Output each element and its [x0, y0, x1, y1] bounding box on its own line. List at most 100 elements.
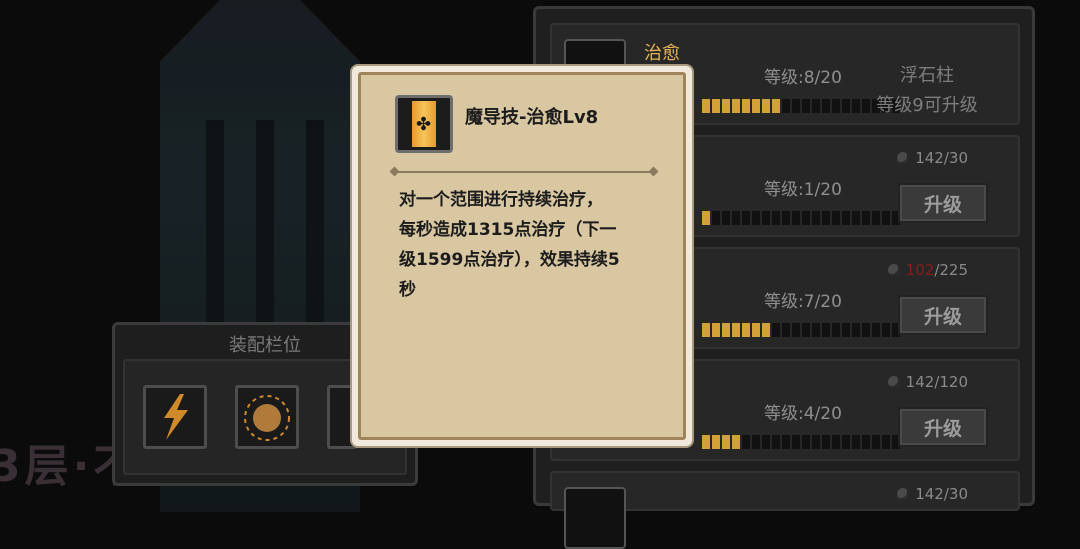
progress-segment [742, 99, 750, 113]
tooltip-description: 对一个范围进行持续治疗， 每秒造成1315点治疗（下一 级1599点治疗），效果… [399, 190, 620, 300]
skill-level: 等级:1/20 [764, 180, 842, 200]
progress-segment [822, 99, 830, 113]
gem-icon [887, 264, 900, 276]
progress-segment [802, 435, 810, 449]
progress-segment [712, 211, 720, 225]
progress-segment [702, 99, 710, 113]
progress-segment [842, 323, 850, 337]
upgrade-cost: 142/120 [887, 373, 968, 391]
progress-segment [702, 435, 710, 449]
progress-segment [752, 435, 760, 449]
progress-segment [782, 99, 790, 113]
gem-icon [887, 376, 900, 388]
progress-segment [862, 211, 870, 225]
heal-leaf-icon: ✤ [395, 95, 453, 153]
progress-segment [832, 323, 840, 337]
progress-segment [782, 323, 790, 337]
skill-row[interactable]: 142/30 [550, 471, 1020, 549]
progress-segment [792, 435, 800, 449]
upgrade-button[interactable]: 升级 [898, 295, 988, 335]
skill-level: 等级:4/20 [764, 404, 842, 424]
progress-segment [752, 211, 760, 225]
progress-segment [702, 323, 710, 337]
progress-segment [772, 323, 780, 337]
progress-segment [772, 435, 780, 449]
progress-segment [812, 435, 820, 449]
progress-segment [872, 211, 880, 225]
progress-segment [712, 323, 720, 337]
progress-segment [742, 323, 750, 337]
progress-segment [842, 211, 850, 225]
upgrade-button[interactable]: 升级 [898, 407, 988, 447]
progress-segment [732, 211, 740, 225]
gem-icon [897, 152, 910, 164]
progress-segment [732, 435, 740, 449]
progress-segment [812, 211, 820, 225]
progress-segment [772, 99, 780, 113]
progress-segment [862, 323, 870, 337]
progress-segment [872, 435, 880, 449]
skill-tooltip: ✤ 魔导技-治愈Lv8 对一个范围进行持续治疗， 每秒造成1315点治疗（下一 … [352, 66, 692, 446]
tooltip-title: 魔导技-治愈Lv8 [465, 107, 599, 128]
progress-segment [822, 211, 830, 225]
upgrade-cost: 142/30 [897, 485, 968, 503]
lightning-icon[interactable] [143, 385, 207, 449]
gem-icon [897, 488, 910, 500]
skill-level: 等级:7/20 [764, 292, 842, 312]
progress-segment [802, 99, 810, 113]
progress-segment [742, 435, 750, 449]
progress-segment [722, 435, 730, 449]
progress-segment [832, 435, 840, 449]
progress-segment [752, 323, 760, 337]
progress-segment [882, 435, 890, 449]
progress-segment [742, 211, 750, 225]
progress-segment [762, 323, 770, 337]
tooltip-body: ✤ 魔导技-治愈Lv8 对一个范围进行持续治疗， 每秒造成1315点治疗（下一 … [358, 72, 686, 440]
progress-segment [702, 211, 710, 225]
progress-segment [802, 323, 810, 337]
fist-burst-icon[interactable] [235, 385, 299, 449]
progress-segment [722, 323, 730, 337]
progress-segment [792, 211, 800, 225]
progress-segment [812, 323, 820, 337]
progress-segment [752, 99, 760, 113]
skill-name: 治愈 [644, 43, 680, 64]
progress-segment [852, 99, 860, 113]
progress-segment [762, 435, 770, 449]
progress-segment [882, 211, 890, 225]
progress-segment [852, 435, 860, 449]
upgrade-cost: 102/225 [887, 261, 968, 279]
progress-segment [802, 211, 810, 225]
progress-segment [842, 435, 850, 449]
progress-segment [822, 323, 830, 337]
progress-segment [732, 323, 740, 337]
upgrade-cost: 142/30 [897, 149, 968, 167]
progress-segment [792, 323, 800, 337]
progress-segment [722, 99, 730, 113]
progress-segment [762, 211, 770, 225]
level-progress-bar [702, 211, 900, 225]
progress-segment [782, 435, 790, 449]
progress-segment [772, 211, 780, 225]
progress-segment [732, 99, 740, 113]
progress-segment [812, 99, 820, 113]
progress-segment [832, 211, 840, 225]
progress-segment [762, 99, 770, 113]
upgrade-button[interactable]: 升级 [898, 183, 988, 223]
progress-segment [872, 323, 880, 337]
progress-segment [712, 435, 720, 449]
level-progress-bar [702, 435, 900, 449]
progress-segment [852, 211, 860, 225]
progress-segment [782, 211, 790, 225]
progress-segment [852, 323, 860, 337]
progress-segment [722, 211, 730, 225]
skill-icon [564, 487, 626, 549]
skill-level: 等级:8/20 [764, 68, 842, 88]
level-progress-bar [702, 323, 900, 337]
progress-segment [862, 435, 870, 449]
tooltip-divider [395, 171, 653, 173]
progress-segment [792, 99, 800, 113]
progress-segment [822, 435, 830, 449]
progress-segment [842, 99, 850, 113]
upgrade-requirement-note: 浮石柱 等级9可升级 [876, 65, 978, 116]
